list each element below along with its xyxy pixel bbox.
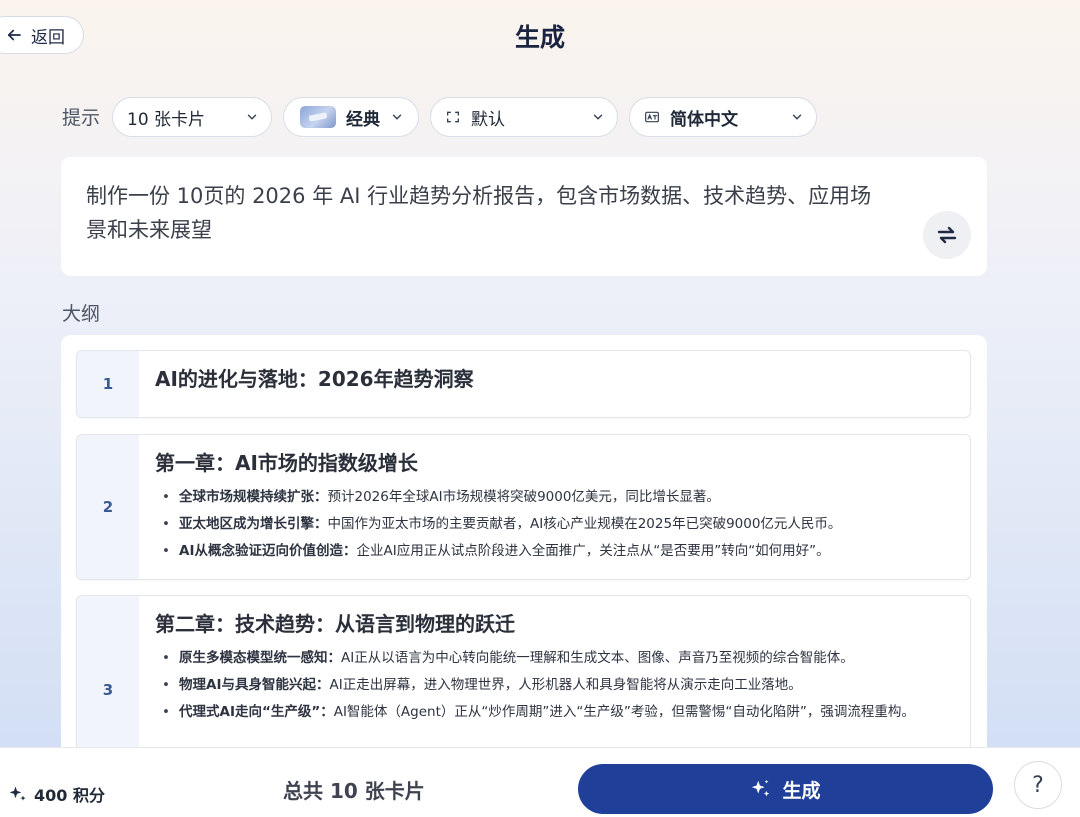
bullet-item[interactable]: 物理AI与具身智能兴起：AI正走出屏幕，进入物理世界，人形机器人和具身智能将从演… — [155, 672, 954, 699]
bullet-item[interactable]: 亚太地区成为增长引擎：中国作为亚太市场的主要贡献者，AI核心产业规模在2025年… — [155, 511, 954, 538]
generate-button[interactable]: 生成 — [578, 764, 993, 814]
card-number: 1 — [77, 351, 139, 417]
theme-thumbnail — [300, 106, 336, 128]
total-cards-label: 总共 10 张卡片 — [283, 779, 425, 803]
language-dropdown[interactable]: 简体中文 — [629, 97, 817, 137]
credits-indicator[interactable]: 400 积分 — [8, 782, 105, 806]
card-title[interactable]: 第二章：技术趋势：从语言到物理的跃迁 — [155, 608, 954, 637]
help-button[interactable]: ? — [1014, 761, 1062, 809]
outline-label: 大纲 — [62, 303, 101, 325]
prompt-text: 制作一份 10页的 2026 年 AI 行业趋势分析报告，包含市场数据、技术趋势… — [86, 184, 872, 242]
chevron-down-icon — [593, 114, 603, 120]
card-title[interactable]: 第一章：AI市场的指数级增长 — [155, 447, 954, 476]
chevron-down-icon — [392, 114, 402, 120]
regenerate-button[interactable] — [923, 211, 971, 259]
theme-label: 经典 — [346, 109, 380, 130]
card-count-label: 10 张卡片 — [127, 109, 206, 130]
theme-dropdown[interactable]: 经典 — [283, 97, 419, 137]
bullet-item[interactable]: AI从概念验证迈向价值创造：企业AI应用正从试点阶段进入全面推广，关注点从“是否… — [155, 538, 954, 565]
aspect-ratio-dropdown[interactable]: 默认 — [430, 97, 618, 137]
swap-arrows-icon — [937, 226, 957, 244]
chevron-down-icon — [792, 114, 802, 120]
chevron-down-icon — [247, 114, 257, 120]
bullet-item[interactable]: 原生多模态模型统一感知：AI正从以语言为中心转向能统一理解和生成文本、图像、声音… — [155, 645, 954, 672]
bottom-bar: 400 积分 总共 10 张卡片 生成 ? — [0, 747, 1080, 817]
help-icon: ? — [1032, 772, 1044, 798]
outline-card-1[interactable]: 1 AI的进化与落地：2026年趋势洞察 — [76, 350, 971, 418]
card-number: 2 — [77, 435, 139, 579]
outline-panel: 1 AI的进化与落地：2026年趋势洞察 2 第一章：AI市场的指数级增长 全球… — [61, 335, 987, 775]
page-title: 生成 — [514, 23, 565, 52]
bullet-item[interactable]: 代理式AI走向“生产级”：AI智能体（Agent）正从“炒作周期”进入“生产级”… — [155, 699, 954, 726]
language-label: 简体中文 — [670, 109, 738, 130]
bullet-item[interactable]: 全球市场规模持续扩张：预计2026年全球AI市场规模将突破9000亿美元，同比增… — [155, 484, 954, 511]
generate-label: 生成 — [782, 779, 821, 802]
aspect-ratio-label: 默认 — [471, 109, 505, 130]
language-icon — [645, 111, 659, 123]
prompt-textarea[interactable]: 制作一份 10页的 2026 年 AI 行业趋势分析报告，包含市场数据、技术趋势… — [61, 157, 987, 276]
outline-card-2[interactable]: 2 第一章：AI市场的指数级增长 全球市场规模持续扩张：预计2026年全球AI市… — [76, 434, 971, 580]
sparkle-icon — [752, 779, 770, 797]
aspect-ratio-icon — [447, 111, 459, 123]
card-count-dropdown[interactable]: 10 张卡片 — [112, 97, 272, 137]
credits-label: 400 积分 — [34, 786, 105, 805]
sparkle-icon — [9, 786, 26, 801]
prompt-label: 提示 — [62, 107, 101, 129]
card-title[interactable]: AI的进化与落地：2026年趋势洞察 — [155, 363, 954, 392]
